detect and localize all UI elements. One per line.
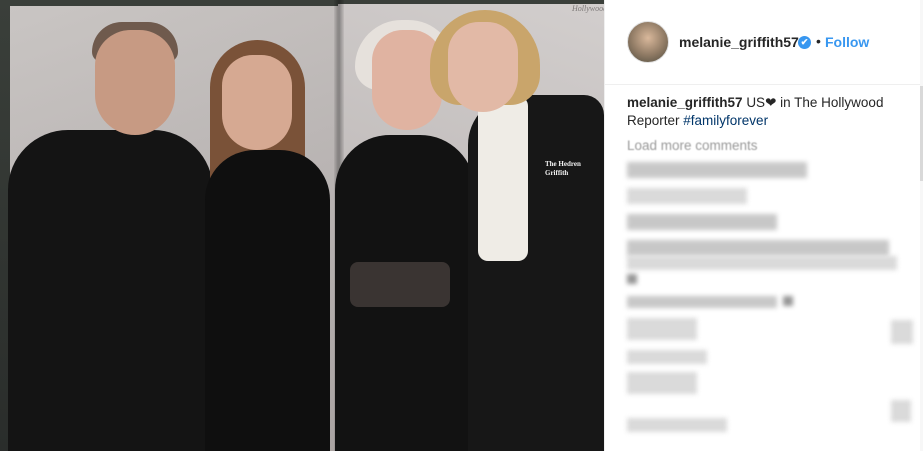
- post-header: melanie_griffith57 ✔ • Follow: [605, 0, 923, 85]
- person-second-body: [205, 150, 330, 451]
- post-sidebar: melanie_griffith57 ✔ • Follow melanie_gr…: [604, 0, 923, 451]
- blurred-comment: [627, 214, 777, 230]
- caption-username-link[interactable]: melanie_griffith57: [627, 95, 743, 110]
- blurred-comment: [627, 296, 777, 308]
- blurred-comment: [627, 162, 807, 178]
- person-left-head: [95, 30, 175, 135]
- avatar[interactable]: [627, 21, 669, 63]
- post-caption: melanie_griffith57 US❤ in The Hollywood …: [627, 94, 907, 130]
- blurred-comment: [627, 188, 747, 204]
- blurred-comment: [627, 256, 897, 270]
- blurred-comment: [627, 418, 727, 432]
- verified-badge-icon: ✔: [798, 36, 811, 49]
- username-link[interactable]: melanie_griffith57: [679, 34, 799, 50]
- separator-dot: •: [816, 33, 821, 49]
- blurred-comment: [627, 274, 637, 284]
- blurred-comment: [891, 320, 913, 344]
- blurred-comment: [627, 240, 889, 256]
- blurred-comment: [627, 372, 697, 394]
- heart-icon: ❤: [765, 95, 777, 110]
- magazine-caption: The Hedren Griffith: [545, 160, 581, 177]
- follow-button[interactable]: Follow: [825, 34, 869, 50]
- blurred-comment: [627, 350, 707, 364]
- caption-text-start: US: [746, 95, 766, 110]
- person-left-body: [8, 130, 213, 451]
- load-more-comments-button[interactable]: Load more comments: [627, 138, 758, 153]
- magazine-watermark: Hollywood: [572, 4, 604, 13]
- person-second-head: [222, 55, 292, 150]
- person-right-head: [448, 22, 518, 112]
- blurred-comment: [783, 296, 793, 306]
- person-right-collar: [478, 96, 528, 261]
- blurred-comment: [627, 318, 697, 340]
- hashtag-link[interactable]: #familyforever: [683, 113, 768, 128]
- blurred-comment: [891, 400, 911, 422]
- post-photo[interactable]: The Hedren Griffith Hollywood: [0, 0, 604, 451]
- person-third-belt: [350, 262, 450, 307]
